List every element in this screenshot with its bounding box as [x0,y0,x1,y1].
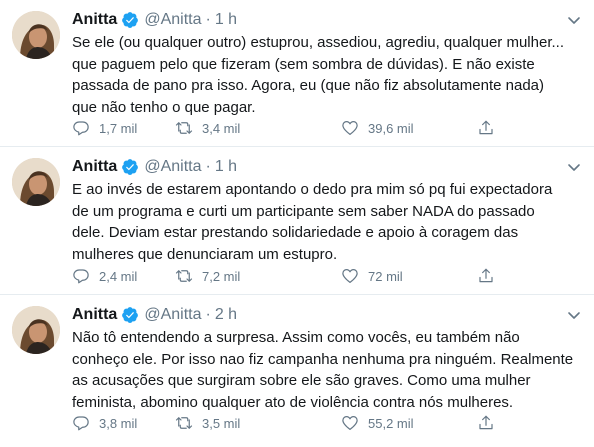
reply-icon [73,121,89,136]
retweet-button[interactable]: 7,2 mil [175,267,240,285]
reply-button[interactable]: 1,7 mil [72,119,137,137]
like-icon [342,269,358,283]
tweet-header: Anitta @Anitta · 1 h [72,156,237,178]
tweet-header: Anitta @Anitta · 1 h [72,9,237,31]
reply-button[interactable]: 2,4 mil [72,267,137,285]
tweet-text: E ao invés de estarem apontando o dedo p… [72,179,582,265]
tweet-text-line: as acusações que surgiram sobre ele são … [72,372,531,389]
like-count: 72 mil [368,268,403,284]
tweet-actions: 1,7 mil 3,4 mil 39,6 mil [72,118,512,138]
like-button[interactable]: 55,2 mil [341,414,414,432]
tweet-actions: 2,4 mil 7,2 mil 72 mil [72,266,512,286]
tweet-text: Não tô entendendo a surpresa. Assim como… [72,327,582,413]
like-count: 39,6 mil [368,120,414,136]
share-icon [479,415,493,430]
timestamp[interactable]: 1 h [215,158,237,176]
verified-badge-icon [121,158,139,176]
user-handle[interactable]: @Anitta [144,11,201,29]
retweet-count: 7,2 mil [202,268,241,284]
tweet[interactable]: Anitta @Anitta · 1 h E ao invés de estar… [0,147,594,295]
share-button[interactable] [477,414,495,432]
tweet-text-line: Se ele (ou qualquer outro) estuprou, ass… [72,34,564,51]
reply-count: 3,8 mil [99,415,138,431]
share-icon [479,120,493,135]
avatar[interactable] [12,158,60,206]
tweet-text-line: passada de pano pra isso. Agora, eu (que… [72,77,544,94]
tweet[interactable]: Anitta @Anitta · 2 h Não tô entendendo a… [0,295,594,447]
share-icon [479,268,493,283]
separator-dot: · [205,11,211,28]
like-icon [342,416,358,430]
retweet-button[interactable]: 3,5 mil [175,414,240,432]
retweet-icon [175,122,193,134]
reply-icon [73,416,89,431]
tweet-actions: 3,8 mil 3,5 mil 55,2 mil [72,413,512,433]
user-name[interactable]: Anitta [72,306,117,324]
caret-down-icon[interactable] [566,159,582,175]
retweet-count: 3,4 mil [202,120,241,136]
tweet-text-line: mulheres que denunciaram um estupro. [72,245,338,263]
reply-count: 1,7 mil [99,120,138,136]
retweet-icon [175,270,193,282]
tweet-text-line: dele. Deviam estar prestando solidarieda… [72,224,519,241]
share-button[interactable] [477,267,495,285]
share-button[interactable] [477,119,495,137]
verified-badge-icon [121,306,139,324]
retweet-count: 3,5 mil [202,415,241,431]
tweet-text-line: de um programa e curti um participante s… [72,202,535,220]
separator-dot: · [205,306,211,323]
tweet-text-line: que não tenho o que pagar. [72,98,256,116]
like-count: 55,2 mil [368,415,414,431]
user-handle[interactable]: @Anitta [144,306,201,324]
like-button[interactable]: 39,6 mil [341,119,414,137]
tweet-text-line: que paguem pelo que fizeram (sem sombra … [72,55,535,73]
caret-down-icon[interactable] [566,307,582,323]
user-name[interactable]: Anitta [72,11,117,29]
retweet-icon [175,417,193,429]
user-name[interactable]: Anitta [72,158,117,176]
retweet-button[interactable]: 3,4 mil [175,119,240,137]
tweet-text-line: conheço ele. Por isso nao fiz campanha n… [72,350,574,368]
tweet-text-line: Não tô entendendo a surpresa. Assim como… [72,329,520,346]
reply-icon [73,269,89,284]
like-icon [342,121,358,135]
avatar[interactable] [12,11,60,59]
verified-badge-icon [121,11,139,29]
tweet-text: Se ele (ou qualquer outro) estuprou, ass… [72,32,582,118]
reply-count: 2,4 mil [99,268,138,284]
tweet-timeline: Anitta @Anitta · 1 h Se ele (ou qualquer… [0,0,594,447]
timestamp[interactable]: 2 h [215,306,237,324]
avatar[interactable] [12,306,60,354]
like-button[interactable]: 72 mil [341,267,403,285]
tweet-header: Anitta @Anitta · 2 h [72,304,237,326]
caret-down-icon[interactable] [566,12,582,28]
user-handle[interactable]: @Anitta [144,158,201,176]
timestamp[interactable]: 1 h [215,11,237,29]
tweet-text-line: feminista, abomino qualquer ato de violê… [72,393,514,411]
tweet-text-line: E ao invés de estarem apontando o dedo p… [72,181,553,198]
reply-button[interactable]: 3,8 mil [72,414,137,432]
tweet[interactable]: Anitta @Anitta · 1 h Se ele (ou qualquer… [0,0,594,147]
separator-dot: · [205,158,211,175]
